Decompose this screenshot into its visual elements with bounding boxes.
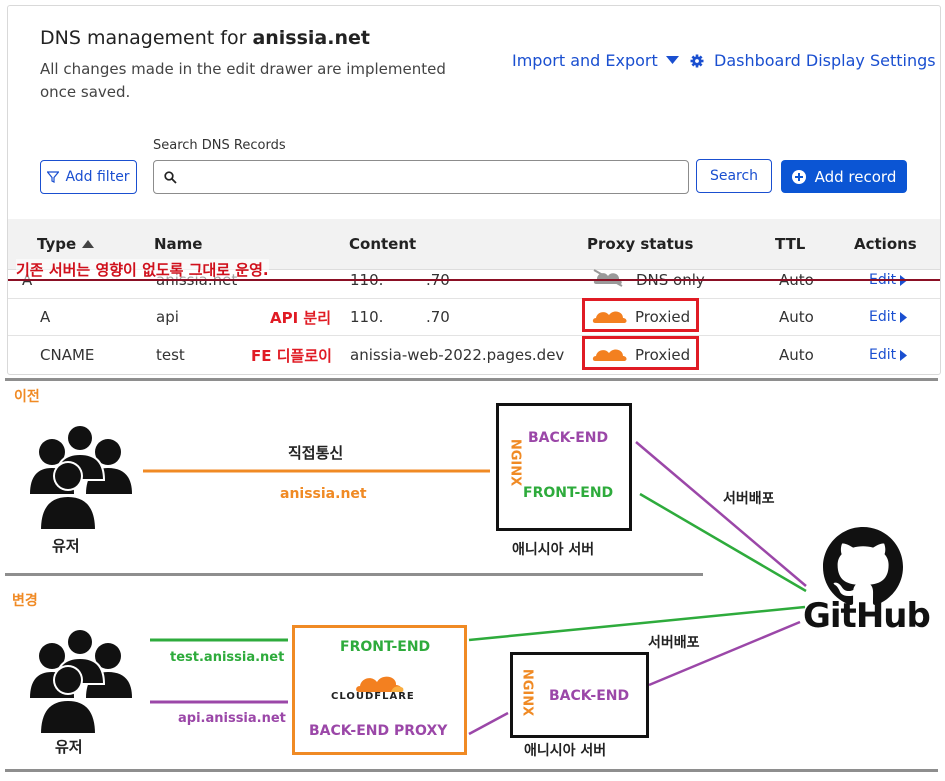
users-icon: [30, 424, 132, 531]
user-label: 유저: [55, 738, 83, 756]
backend-label: BACK-END: [549, 688, 630, 704]
deploy-label: 서버배포: [723, 491, 775, 507]
divider: [5, 378, 938, 381]
nginx-label: NGINX: [507, 438, 523, 487]
cloudflare-box: FRONT-END CLOUDFLARE BACK-END PROXY: [292, 625, 467, 755]
pages-deploy-line: [468, 605, 806, 642]
direct-link-label: 직접통신: [288, 444, 344, 462]
backend-label: BACK-END: [528, 430, 609, 446]
server-label: 애니시아 서버: [512, 542, 595, 558]
frontend-label: FRONT-END: [523, 485, 614, 501]
deploy-line-frontend: [639, 492, 807, 593]
proxy-line: [468, 711, 509, 736]
server-box: NGINX BACK-END FRONT-END: [496, 403, 632, 531]
domain-link-label: anissia.net: [280, 486, 367, 502]
test-link-label: test.anissia.net: [170, 650, 285, 665]
diagram-lines: [143, 441, 807, 736]
divider: [5, 769, 938, 772]
user-label: 유저: [52, 537, 80, 555]
before-label: 이전: [14, 389, 40, 405]
api-link-label: api.anissia.net: [178, 711, 286, 726]
after-label: 변경: [12, 593, 38, 609]
users-icon: [30, 628, 132, 735]
nginx-label: NGINX: [519, 668, 535, 717]
divider: [5, 573, 703, 576]
cloudflare-label: CLOUDFLARE: [331, 691, 415, 702]
deploy-label: 서버배포: [648, 635, 700, 651]
github-icon: [823, 527, 903, 606]
backend-proxy-label: BACK-END PROXY: [309, 723, 448, 739]
github-label: GitHub: [803, 596, 931, 636]
frontend-label: FRONT-END: [340, 639, 431, 655]
server-label: 애니시아 서버: [524, 743, 607, 759]
deploy-line-backend: [635, 441, 807, 587]
server-box: NGINX BACK-END: [510, 652, 649, 738]
